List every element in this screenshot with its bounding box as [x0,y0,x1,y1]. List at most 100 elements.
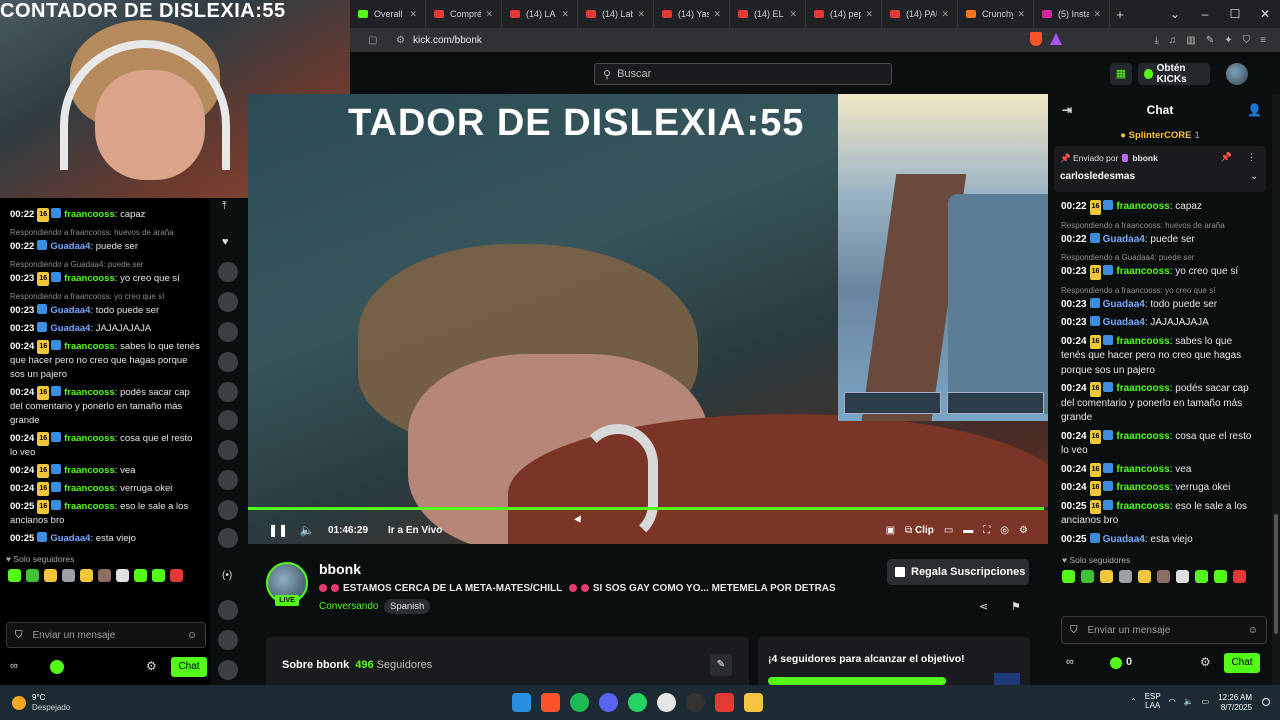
followed-channel-avatar[interactable] [218,410,238,430]
clip-button[interactable]: ⧉ Clip [905,525,934,536]
close-icon[interactable]: ✕ [481,9,493,20]
message-username[interactable]: fraancooss [1116,501,1169,512]
close-icon[interactable]: ✕ [1013,9,1025,20]
chat-message[interactable]: 00:22 Guadaa4: puede ser [0,238,210,256]
message-username[interactable]: fraancooss [1116,431,1169,442]
live-icon[interactable]: (•) [222,570,232,581]
search-box[interactable]: ⚲ [594,63,892,85]
heart-icon[interactable]: ♥ [222,236,229,248]
followed-channel-avatar[interactable] [218,262,238,282]
browser-tab[interactable]: (14) EL QU✕ [730,0,806,28]
chat-message[interactable]: 00:24 16 fraancooss: verruga okei [0,480,210,498]
settings-icon[interactable]: ⚙ [146,659,157,673]
emote-icon[interactable] [1138,570,1151,583]
follow-icon[interactable]: ⚑ [1011,600,1021,613]
unpin-icon[interactable]: 📌 [1221,152,1232,163]
discord-icon[interactable] [599,693,618,712]
settings-icon[interactable]: ⚙ [1019,525,1028,536]
share-icon[interactable]: ⋖ [979,600,988,613]
message-username[interactable]: fraancooss [64,501,115,512]
overlay-chat-input[interactable]: ⛉ ☺ [6,622,206,648]
go-live-button[interactable]: Ir a En Vivo [388,525,442,536]
message-username[interactable]: Guadaa4 [50,323,90,334]
users-icon[interactable]: 👤 [1247,103,1262,117]
message-username[interactable]: Guadaa4 [1103,317,1145,328]
brave-rewards-icon[interactable] [1050,33,1062,45]
message-username[interactable]: fraancooss [1116,464,1169,475]
speaker-icon[interactable]: 🔈 [1184,697,1194,706]
close-icon[interactable]: ✕ [405,9,417,20]
chat-message[interactable]: 00:23 Guadaa4: todo puede ser [0,302,210,320]
browser-tab[interactable]: (5) Instagra✕ [1034,0,1110,28]
obs-icon[interactable] [686,693,705,712]
message-username[interactable]: fraancooss [1116,383,1169,394]
followed-channel-avatar[interactable] [218,322,238,342]
chat-message[interactable]: 00:22 Guadaa4: puede ser [1048,231,1272,250]
followed-channel-avatar[interactable] [218,292,238,312]
message-username[interactable]: fraancooss [64,433,115,444]
chat-message[interactable]: 00:22 16 fraancooss: capaz [0,206,210,224]
sidebar-icon[interactable]: ▥ [1186,35,1195,46]
fullscreen-icon[interactable]: ⛶ [983,525,990,536]
message-username[interactable]: fraancooss [64,387,115,398]
message-username[interactable]: Guadaa4 [1103,534,1145,545]
emote-icon[interactable] [1119,570,1132,583]
chat-message[interactable]: 00:23 16 fraancooss: yo creo que sí [1048,263,1272,282]
message-username[interactable]: fraancooss [64,483,115,494]
channel-name[interactable]: bbonk [319,561,361,577]
emote-icon[interactable] [1214,570,1227,583]
message-username[interactable]: fraancooss [64,341,115,352]
volume-button[interactable]: 🔈 [298,523,316,537]
followed-channel-avatar[interactable] [218,630,238,650]
followed-channel-avatar[interactable] [218,660,238,680]
emote-icon[interactable] [1176,570,1189,583]
settings-icon[interactable]: ⚙ [1200,655,1211,669]
chat-input[interactable]: ⛉ ☺ [1061,616,1267,644]
message-username[interactable]: Guadaa4 [1103,299,1145,310]
flash-app-icon[interactable] [715,693,734,712]
close-icon[interactable]: ✕ [785,9,797,20]
chat-send-button[interactable]: Chat [1224,653,1260,673]
chat-message[interactable]: 00:24 16 fraancooss: podés sacar cap del c… [1048,380,1272,428]
emoji-icon[interactable]: ☺ [187,630,197,641]
kick-coin-icon[interactable] [1110,657,1122,669]
emote-icon[interactable] [62,569,75,582]
chat-message[interactable]: 00:24 16 fraancooss: cosa que el resto lo … [0,430,210,462]
followed-channel-avatar[interactable] [218,600,238,620]
followed-channel-avatar[interactable] [218,528,238,548]
menu-icon[interactable]: ≡ [1260,35,1266,46]
overlay-chat-send-button[interactable]: Chat [171,657,207,677]
emote-icon[interactable] [1081,570,1094,583]
message-username[interactable]: Guadaa4 [50,533,90,544]
emote-icon[interactable] [1195,570,1208,583]
browser-tab[interactable]: Crunchyroll✕ [958,0,1034,28]
close-icon[interactable]: ✕ [1089,9,1101,20]
message-username[interactable]: Guadaa4 [1103,234,1145,245]
emote-icon[interactable] [134,569,147,582]
emote-icon[interactable] [152,569,165,582]
close-icon[interactable]: ✕ [557,9,569,20]
user-avatar[interactable] [1226,63,1248,85]
followed-channel-avatar[interactable] [218,500,238,520]
address-bar[interactable]: ▢ ⚙ kick.com/bbonk ⤓ ♫ ▥ ✎ ✦ ⛉ ≡ [350,28,1280,52]
close-icon[interactable]: ✕ [937,9,949,20]
language-tag[interactable]: Spanish [384,599,431,614]
battery-icon[interactable]: ▭ [1202,697,1210,706]
close-icon[interactable]: ✕ [633,9,645,20]
page-scrollbar[interactable] [1272,94,1280,685]
message-username[interactable]: fraancooss [1116,266,1169,277]
rail-toggle-icon[interactable]: ⤒ [222,200,227,213]
close-icon[interactable]: ✕ [861,9,873,20]
chat-message[interactable]: 00:22 16 fraancooss: capaz [1048,198,1272,217]
app-g-icon[interactable] [657,693,676,712]
emoji-icon[interactable]: ☺ [1248,625,1258,636]
chat-message[interactable]: 00:24 16 fraancooss: sabes lo que tenés qu… [1048,333,1272,381]
pinned-message[interactable]: 📌 Enviado por bbonk carlosledesmas 📌 ⋮ ⌄ [1054,146,1266,192]
emote-icon[interactable] [170,569,183,582]
wifi-icon[interactable]: ◠ [1169,697,1176,706]
chat-message[interactable]: 00:24 16 fraancooss: sabes lo que tenés qu… [0,338,210,384]
emote-icon[interactable] [1157,570,1170,583]
clock[interactable]: 12:26 AM 8/7/2025 [1212,693,1252,713]
miniplayer-icon[interactable]: ▣ [886,525,895,536]
followed-channel-avatar[interactable] [218,352,238,372]
